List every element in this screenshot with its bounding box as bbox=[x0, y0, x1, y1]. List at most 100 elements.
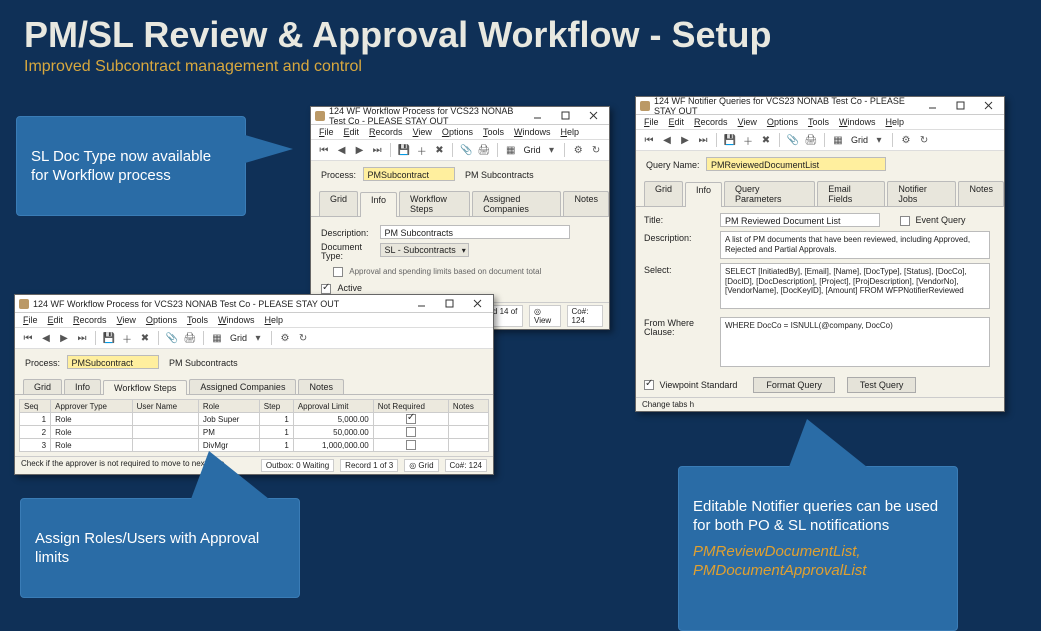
menu-file[interactable]: File bbox=[644, 117, 659, 127]
col-notes[interactable]: Notes bbox=[448, 400, 488, 413]
cell-approval-limit[interactable]: 5,000.00 bbox=[293, 413, 373, 426]
description-field[interactable]: PM Subcontracts bbox=[380, 225, 570, 239]
new-icon[interactable]: ＋ bbox=[741, 133, 755, 147]
menu-file[interactable]: File bbox=[23, 315, 38, 325]
description-textarea[interactable]: A list of PM documents that have been re… bbox=[720, 231, 990, 259]
delete-icon[interactable]: ✖ bbox=[759, 133, 773, 147]
save-icon[interactable]: 💾 bbox=[397, 143, 411, 157]
gear-icon[interactable]: ⚙ bbox=[278, 331, 292, 345]
cell-approver-type[interactable]: Role bbox=[51, 413, 133, 426]
cell-notes[interactable] bbox=[448, 426, 488, 439]
cell-user-name[interactable] bbox=[132, 439, 198, 452]
nav-first-icon[interactable]: ⏮ bbox=[642, 133, 656, 147]
maximize-button[interactable] bbox=[437, 297, 461, 311]
cell-notes[interactable] bbox=[448, 439, 488, 452]
minimize-button[interactable] bbox=[920, 99, 944, 113]
cell-role[interactable]: DivMgr bbox=[198, 439, 259, 452]
cell-role[interactable]: Job Super bbox=[198, 413, 259, 426]
nav-first-icon[interactable]: ⏮ bbox=[21, 331, 35, 345]
chevron-down-icon[interactable]: ▾ bbox=[545, 143, 559, 157]
tab-notifier-jobs[interactable]: Notifier Jobs bbox=[887, 181, 956, 206]
tab-grid[interactable]: Grid bbox=[23, 379, 62, 394]
cell-seq[interactable]: 1 bbox=[20, 413, 51, 426]
save-icon[interactable]: 💾 bbox=[723, 133, 737, 147]
format-query-button[interactable]: Format Query bbox=[753, 377, 835, 393]
process-field[interactable]: PMSubcontract bbox=[67, 355, 159, 369]
tab-email-fields[interactable]: Email Fields bbox=[817, 181, 885, 206]
maximize-button[interactable] bbox=[553, 109, 577, 123]
nav-next-icon[interactable]: ▶ bbox=[353, 143, 367, 157]
menu-file[interactable]: File bbox=[319, 127, 334, 137]
tab-notes[interactable]: Notes bbox=[563, 191, 609, 216]
cell-notes[interactable] bbox=[448, 413, 488, 426]
menu-edit[interactable]: Edit bbox=[669, 117, 685, 127]
menu-options[interactable]: Options bbox=[442, 127, 473, 137]
menu-view[interactable]: View bbox=[738, 117, 757, 127]
tab-info[interactable]: Info bbox=[64, 379, 101, 394]
menu-view[interactable]: View bbox=[413, 127, 432, 137]
new-icon[interactable]: ＋ bbox=[415, 143, 429, 157]
cell-approver-type[interactable]: Role bbox=[51, 439, 133, 452]
cell-not-required[interactable] bbox=[373, 439, 448, 452]
col-approval-limit[interactable]: Approval Limit bbox=[293, 400, 373, 413]
cell-not-required[interactable] bbox=[373, 413, 448, 426]
table-row[interactable]: 3Role DivMgr11,000,000.00 bbox=[20, 439, 489, 452]
doctype-select[interactable]: SL - Subcontracts ▾ bbox=[380, 243, 469, 257]
nav-last-icon[interactable]: ⏭ bbox=[370, 143, 384, 157]
col-not-required[interactable]: Not Required bbox=[373, 400, 448, 413]
limits-checkbox[interactable] bbox=[333, 267, 343, 277]
attach-icon[interactable]: 📎 bbox=[165, 331, 179, 345]
select-textarea[interactable]: SELECT [InitiatedBy], [Email], [Name], [… bbox=[720, 263, 990, 309]
menu-view[interactable]: View bbox=[117, 315, 136, 325]
new-icon[interactable]: ＋ bbox=[120, 331, 134, 345]
minimize-button[interactable] bbox=[525, 109, 549, 123]
menu-tools[interactable]: Tools bbox=[187, 315, 208, 325]
cell-step[interactable]: 1 bbox=[259, 413, 293, 426]
cell-step[interactable]: 1 bbox=[259, 439, 293, 452]
nav-last-icon[interactable]: ⏭ bbox=[75, 331, 89, 345]
menu-windows[interactable]: Windows bbox=[839, 117, 876, 127]
delete-icon[interactable]: ✖ bbox=[138, 331, 152, 345]
tab-notes[interactable]: Notes bbox=[298, 379, 344, 394]
tab-workflow-steps[interactable]: Workflow Steps bbox=[399, 191, 470, 216]
cell-approver-type[interactable]: Role bbox=[51, 426, 133, 439]
refresh-icon[interactable]: ↻ bbox=[917, 133, 931, 147]
close-button[interactable] bbox=[581, 109, 605, 123]
col-approver-type[interactable]: Approver Type bbox=[51, 400, 133, 413]
col-step[interactable]: Step bbox=[259, 400, 293, 413]
tab-workflow-steps[interactable]: Workflow Steps bbox=[103, 380, 187, 395]
grid-icon[interactable]: ▦ bbox=[831, 133, 845, 147]
menu-edit[interactable]: Edit bbox=[344, 127, 360, 137]
col-role[interactable]: Role bbox=[198, 400, 259, 413]
cell-seq[interactable]: 3 bbox=[20, 439, 51, 452]
cell-user-name[interactable] bbox=[132, 413, 198, 426]
tab-notes[interactable]: Notes bbox=[958, 181, 1004, 206]
attach-icon[interactable]: 📎 bbox=[786, 133, 800, 147]
menu-options[interactable]: Options bbox=[146, 315, 177, 325]
delete-icon[interactable]: ✖ bbox=[433, 143, 447, 157]
cell-not-required[interactable] bbox=[373, 426, 448, 439]
event-query-checkbox[interactable] bbox=[900, 216, 910, 226]
nav-prev-icon[interactable]: ◀ bbox=[335, 143, 349, 157]
col-user-name[interactable]: User Name bbox=[132, 400, 198, 413]
chevron-down-icon[interactable]: ▾ bbox=[872, 133, 886, 147]
menu-edit[interactable]: Edit bbox=[48, 315, 64, 325]
tab-query-params[interactable]: Query Parameters bbox=[724, 181, 815, 206]
print-icon[interactable]: 🖨 bbox=[183, 331, 197, 345]
vp-standard-checkbox[interactable] bbox=[644, 380, 654, 390]
menu-records[interactable]: Records bbox=[694, 117, 728, 127]
menu-options[interactable]: Options bbox=[767, 117, 798, 127]
menu-help[interactable]: Help bbox=[265, 315, 284, 325]
grid-icon[interactable]: ▦ bbox=[210, 331, 224, 345]
titlebar[interactable]: 124 WF Notifier Queries for VCS23 NONAB … bbox=[636, 97, 1004, 115]
nav-next-icon[interactable]: ▶ bbox=[678, 133, 692, 147]
table-row[interactable]: 1RoleJob Super15,000.00 bbox=[20, 413, 489, 426]
refresh-icon[interactable]: ↻ bbox=[589, 143, 603, 157]
from-textarea[interactable]: WHERE DocCo = ISNULL(@company, DocCo) bbox=[720, 317, 990, 367]
maximize-button[interactable] bbox=[948, 99, 972, 113]
process-field[interactable]: PMSubcontract bbox=[363, 167, 455, 181]
table-row[interactable]: 2RolePM150,000.00 bbox=[20, 426, 489, 439]
nav-first-icon[interactable]: ⏮ bbox=[317, 143, 331, 157]
tab-info[interactable]: Info bbox=[685, 182, 722, 207]
cell-approval-limit[interactable]: 1,000,000.00 bbox=[293, 439, 373, 452]
